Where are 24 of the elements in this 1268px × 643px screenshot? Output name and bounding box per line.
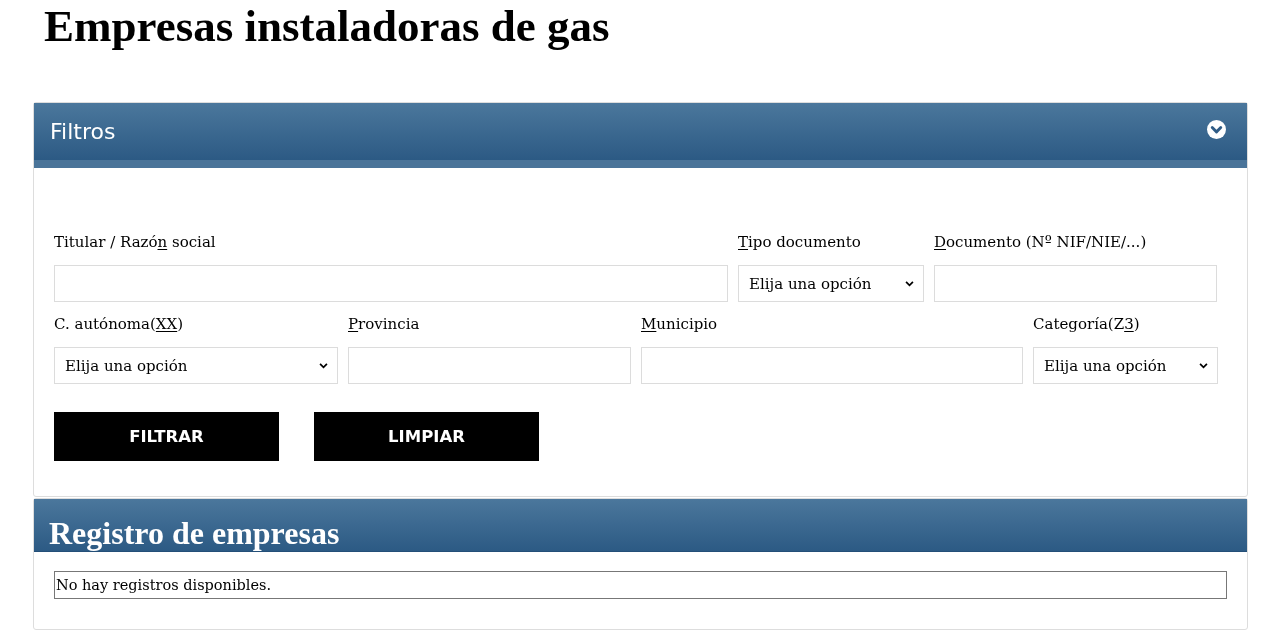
caret-icon: [1199, 362, 1208, 369]
input-field[interactable]: [934, 265, 1217, 302]
dropdown[interactable]: Elija una opción: [54, 347, 338, 384]
input-field[interactable]: [348, 347, 631, 384]
empty-message: No hay registros disponibles.: [54, 571, 1227, 599]
chevron-down-circle-icon[interactable]: [1207, 120, 1226, 139]
panel-title: Registro de empresas: [49, 516, 340, 550]
caret-icon: [319, 362, 328, 369]
field-label: Municipio: [641, 314, 718, 334]
field-label: Documento (Nº NIF/NIE/...): [934, 232, 1147, 252]
field-label: Tipo documento: [738, 232, 861, 252]
input-field[interactable]: [641, 347, 1023, 384]
dropdown[interactable]: Elija una opción: [738, 265, 924, 302]
page-title: Empresas instaladoras de gas: [44, 0, 610, 52]
caret-icon: [905, 280, 914, 287]
panel-title: Filtros: [50, 118, 117, 145]
field-label: C. autónoma(XX): [54, 314, 184, 334]
field-label: Titular / Razón social: [54, 232, 216, 252]
field-label: Categoría(Z3): [1033, 314, 1140, 334]
input-field[interactable]: [54, 265, 728, 302]
action-button[interactable]: LIMPIAR: [314, 412, 539, 461]
action-button[interactable]: FILTRAR: [54, 412, 279, 461]
dropdown[interactable]: Elija una opción: [1033, 347, 1218, 384]
field-label: Provincia: [348, 314, 420, 334]
